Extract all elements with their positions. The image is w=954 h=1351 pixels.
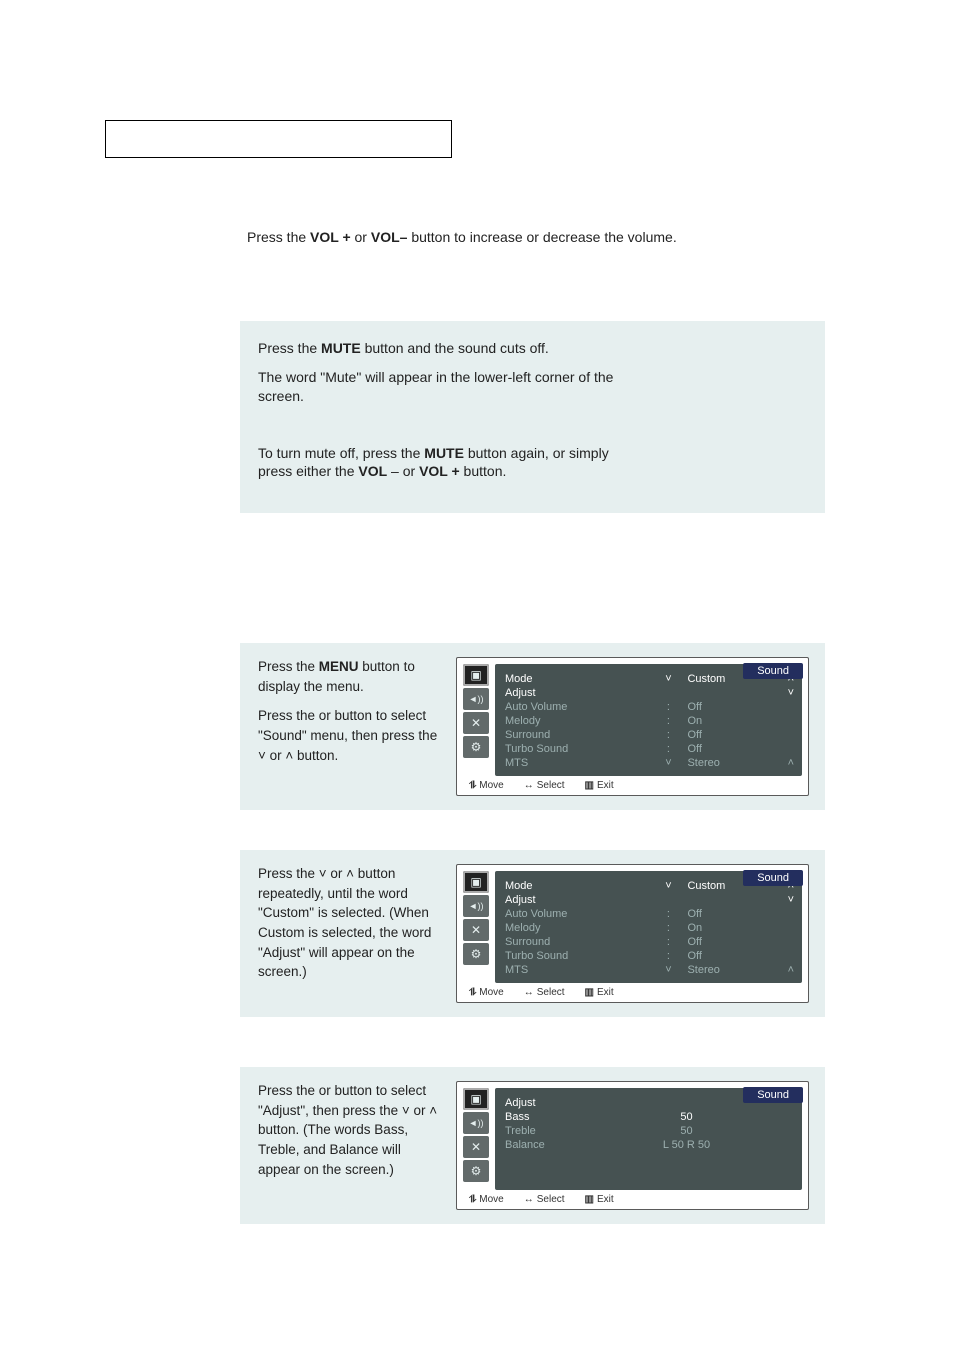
tool-icon: ✕ [463, 919, 489, 941]
osd-title: Sound [743, 870, 803, 886]
step-1-text-a: Press the MENU button to display the men… [258, 657, 438, 696]
step-1-text-b: Press the or button to select "Sound" me… [258, 706, 438, 765]
speaker-icon: ◄)) [463, 895, 489, 917]
tv-icon: ▣ [463, 664, 489, 686]
vol-label: VOL [358, 463, 387, 479]
move-hint: ⥮Move [469, 987, 504, 998]
step-1-block: Press the MENU button to display the men… [240, 643, 825, 810]
text: To turn mute off, press the [258, 445, 424, 461]
mute-line-3: To turn mute off, press the MUTE button … [258, 444, 618, 482]
speaker-icon: ◄)) [463, 1112, 489, 1134]
mute-label: MUTE [321, 340, 361, 356]
step-3-block: Press the or button to select "Adjust", … [240, 1067, 825, 1224]
osd-nav-hints: ⥮Move ↔Select ▥Exit [457, 776, 808, 791]
text: or [351, 229, 371, 245]
exit-hint: ▥Exit [585, 1194, 614, 1205]
osd-sound-table-2: Mode˅Custom˄ Adjust˅ Auto Volume:Off Mel… [503, 879, 796, 977]
sliders-icon: ⚙ [463, 736, 489, 758]
exit-hint: ▥Exit [585, 987, 614, 998]
osd-category-icons: ▣ ◄)) ✕ ⚙ [463, 871, 491, 983]
text: button and the sound cuts off. [361, 340, 549, 356]
osd-adjust-table: Adjust Bass50 Treble50 BalanceL 50 R 50 [503, 1096, 796, 1152]
select-hint: ↔Select [524, 987, 565, 998]
step-2-text: Press the ˅ or ˄ button repeatedly, unti… [258, 864, 438, 981]
step-3-text: Press the or button to select "Adjust", … [258, 1081, 438, 1179]
mute-line-1: Press the MUTE button and the sound cuts… [258, 339, 618, 358]
move-hint: ⥮Move [469, 1194, 504, 1205]
osd-sound-table-1: Mode˅Custom˄ Adjust˅ Auto Volume:Off Mel… [503, 672, 796, 770]
move-hint: ⥮Move [469, 780, 504, 791]
osd-title: Sound [743, 1087, 803, 1103]
tv-icon: ▣ [463, 1088, 489, 1110]
tv-icon: ▣ [463, 871, 489, 893]
text: Press the [258, 340, 321, 356]
step-2-block: Press the ˅ or ˄ button repeatedly, unti… [240, 850, 825, 1017]
mute-label: MUTE [424, 445, 464, 461]
osd-category-icons: ▣ ◄)) ✕ ⚙ [463, 664, 491, 776]
osd-title: Sound [743, 663, 803, 679]
exit-hint: ▥Exit [585, 780, 614, 791]
osd-nav-hints: ⥮Move ↔Select ▥Exit [457, 1190, 808, 1205]
tool-icon: ✕ [463, 1136, 489, 1158]
vol-plus-label: VOL + [419, 463, 460, 479]
mute-block: Press the MUTE button and the sound cuts… [240, 321, 825, 513]
osd-sound-1: ▣ ◄)) ✕ ⚙ Sound Mode˅Custom˄ Adjust˅ Aut… [456, 657, 809, 796]
chapter-heading-frame [105, 120, 452, 158]
sliders-icon: ⚙ [463, 943, 489, 965]
select-hint: ↔Select [524, 1194, 565, 1205]
text: Press the [247, 229, 310, 245]
mute-line-2: The word "Mute" will appear in the lower… [258, 368, 618, 406]
text: button to increase or decrease the volum… [407, 229, 676, 245]
osd-adjust: ▣ ◄)) ✕ ⚙ Sound Adjust Bass50 Treble50 B… [456, 1081, 809, 1210]
text: Press the [258, 659, 319, 674]
text: button. [460, 463, 507, 479]
select-hint: ↔Select [524, 780, 565, 791]
sliders-icon: ⚙ [463, 1160, 489, 1182]
speaker-icon: ◄)) [463, 688, 489, 710]
volume-instruction: Press the VOL + or VOL– button to increa… [247, 228, 807, 247]
text: – or [387, 463, 419, 479]
menu-label: MENU [319, 659, 359, 674]
osd-sound-2: ▣ ◄)) ✕ ⚙ Sound Mode˅Custom˄ Adjust˅ Aut… [456, 864, 809, 1003]
osd-nav-hints: ⥮Move ↔Select ▥Exit [457, 983, 808, 998]
vol-minus-label: VOL– [371, 229, 408, 245]
vol-plus-label: VOL + [310, 229, 351, 245]
tool-icon: ✕ [463, 712, 489, 734]
osd-category-icons: ▣ ◄)) ✕ ⚙ [463, 1088, 491, 1190]
